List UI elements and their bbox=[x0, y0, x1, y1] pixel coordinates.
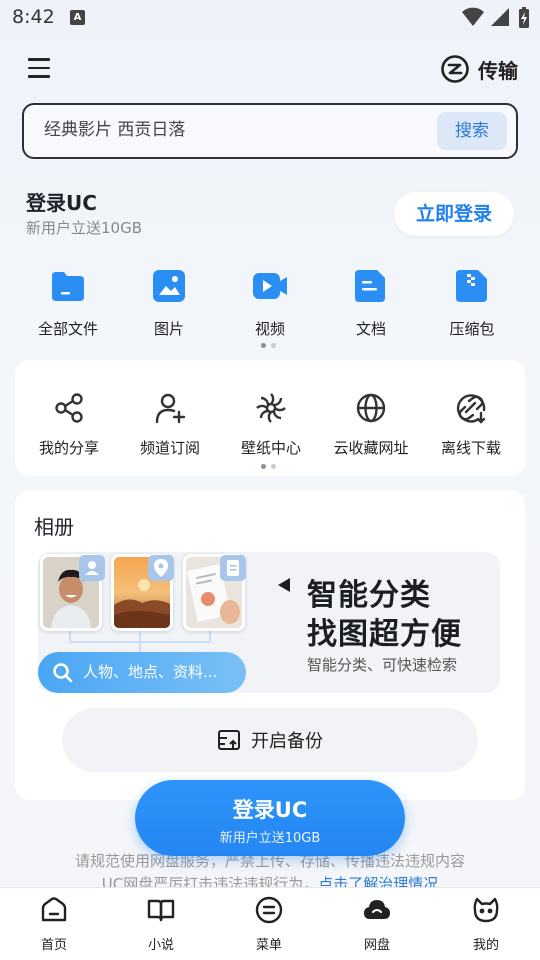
book-icon bbox=[147, 899, 175, 922]
promo-description: 智能分类、可快速检索 bbox=[307, 656, 458, 674]
tool-offline-download[interactable]: 离线下载 bbox=[421, 392, 521, 458]
person-badge-icon bbox=[79, 555, 105, 581]
battery-charging-icon bbox=[519, 7, 529, 28]
category-label: 全部文件 bbox=[37, 320, 98, 338]
location-badge-icon bbox=[148, 555, 174, 581]
promo-headline-1: 智能分类 bbox=[307, 578, 431, 613]
image-icon bbox=[153, 270, 185, 302]
transfer-button[interactable]: 传输 bbox=[440, 54, 518, 84]
tab-label: 网盘 bbox=[363, 938, 390, 953]
tool-label: 离线下载 bbox=[440, 439, 501, 457]
video-icon bbox=[253, 273, 287, 299]
login-now-button[interactable]: 立即登录 bbox=[394, 192, 514, 236]
globe-icon bbox=[356, 393, 386, 423]
share-icon bbox=[55, 393, 83, 423]
caret-left-icon bbox=[278, 578, 290, 592]
transfer-icon bbox=[441, 55, 469, 83]
offline-download-icon bbox=[456, 394, 486, 424]
tool-cloud-bookmarks[interactable]: 云收藏网址 bbox=[321, 392, 421, 458]
wallpaper-icon bbox=[256, 393, 286, 423]
tool-label: 壁纸中心 bbox=[240, 439, 301, 457]
tool-label: 云收藏网址 bbox=[333, 439, 409, 457]
promo-headline-2: 找图超方便 bbox=[307, 617, 462, 652]
category-label: 压缩包 bbox=[449, 320, 495, 338]
backup-label: 开启备份 bbox=[251, 731, 323, 752]
tool-subscribe[interactable]: 频道订阅 bbox=[120, 392, 220, 458]
floating-login-title: 登录UC bbox=[232, 798, 308, 822]
category-all-files[interactable]: 全部文件 bbox=[23, 268, 113, 339]
subscribe-icon bbox=[155, 393, 186, 424]
search-icon bbox=[53, 663, 73, 683]
backup-icon bbox=[218, 730, 240, 750]
tab-mine[interactable]: 我的 bbox=[446, 896, 526, 953]
search-button[interactable]: 搜索 bbox=[437, 112, 507, 150]
search-bar[interactable]: 经典影片 西贡日落 搜索 bbox=[22, 103, 518, 159]
tab-novel[interactable]: 小说 bbox=[121, 896, 201, 953]
accessibility-notification-icon: A bbox=[70, 10, 85, 25]
transfer-label: 传输 bbox=[478, 58, 518, 83]
category-archives[interactable]: 压缩包 bbox=[427, 268, 517, 339]
login-title: 登录UC bbox=[26, 191, 97, 215]
tab-label: 菜单 bbox=[255, 938, 282, 953]
document-badge-icon bbox=[220, 555, 246, 581]
menu-button[interactable] bbox=[28, 58, 50, 80]
tool-wallpaper-center[interactable]: 壁纸中心 bbox=[221, 392, 321, 458]
signal-icon bbox=[491, 8, 509, 26]
album-search-pill-label: 人物、地点、资料... bbox=[83, 663, 218, 681]
home-icon bbox=[41, 897, 67, 922]
status-time: 8:42 bbox=[12, 6, 55, 28]
tools-page-indicator bbox=[261, 464, 276, 469]
category-page-indicator bbox=[261, 343, 276, 348]
tab-home[interactable]: 首页 bbox=[14, 896, 94, 953]
wifi-icon bbox=[462, 7, 484, 26]
folder-icon bbox=[52, 272, 84, 301]
tab-menu[interactable]: 菜单 bbox=[229, 896, 309, 953]
tab-label: 小说 bbox=[147, 938, 174, 953]
tool-label: 我的分享 bbox=[38, 439, 99, 457]
category-images[interactable]: 图片 bbox=[124, 268, 214, 339]
tab-label: 首页 bbox=[40, 938, 67, 953]
search-input[interactable]: 经典影片 西贡日落 bbox=[44, 105, 185, 156]
profile-icon bbox=[473, 897, 499, 923]
status-bar: 8:42 A bbox=[0, 0, 540, 36]
menu-circle-icon bbox=[255, 896, 283, 924]
category-label: 图片 bbox=[153, 320, 184, 338]
album-search-pill[interactable]: 人物、地点、资料... bbox=[38, 652, 246, 693]
document-icon bbox=[355, 270, 385, 302]
floating-login-subtitle: 新用户立送10GB bbox=[219, 831, 321, 846]
album-connector-lines bbox=[69, 630, 211, 654]
cloud-icon bbox=[364, 900, 390, 919]
tab-cloud-drive[interactable]: 网盘 bbox=[337, 896, 417, 953]
floating-login-button[interactable]: 登录UC 新用户立送10GB bbox=[135, 780, 405, 856]
category-videos[interactable]: 视频 bbox=[225, 268, 315, 339]
archive-icon bbox=[456, 270, 487, 302]
login-subtitle: 新用户立送10GB bbox=[26, 219, 143, 237]
category-documents[interactable]: 文档 bbox=[326, 268, 416, 339]
enable-backup-button[interactable]: 开启备份 bbox=[62, 708, 478, 772]
album-title: 相册 bbox=[34, 515, 74, 539]
tool-my-share[interactable]: 我的分享 bbox=[19, 392, 119, 458]
category-label: 视频 bbox=[254, 320, 285, 338]
tool-label: 频道订阅 bbox=[139, 439, 200, 457]
category-label: 文档 bbox=[355, 320, 386, 338]
tab-label: 我的 bbox=[472, 938, 499, 953]
